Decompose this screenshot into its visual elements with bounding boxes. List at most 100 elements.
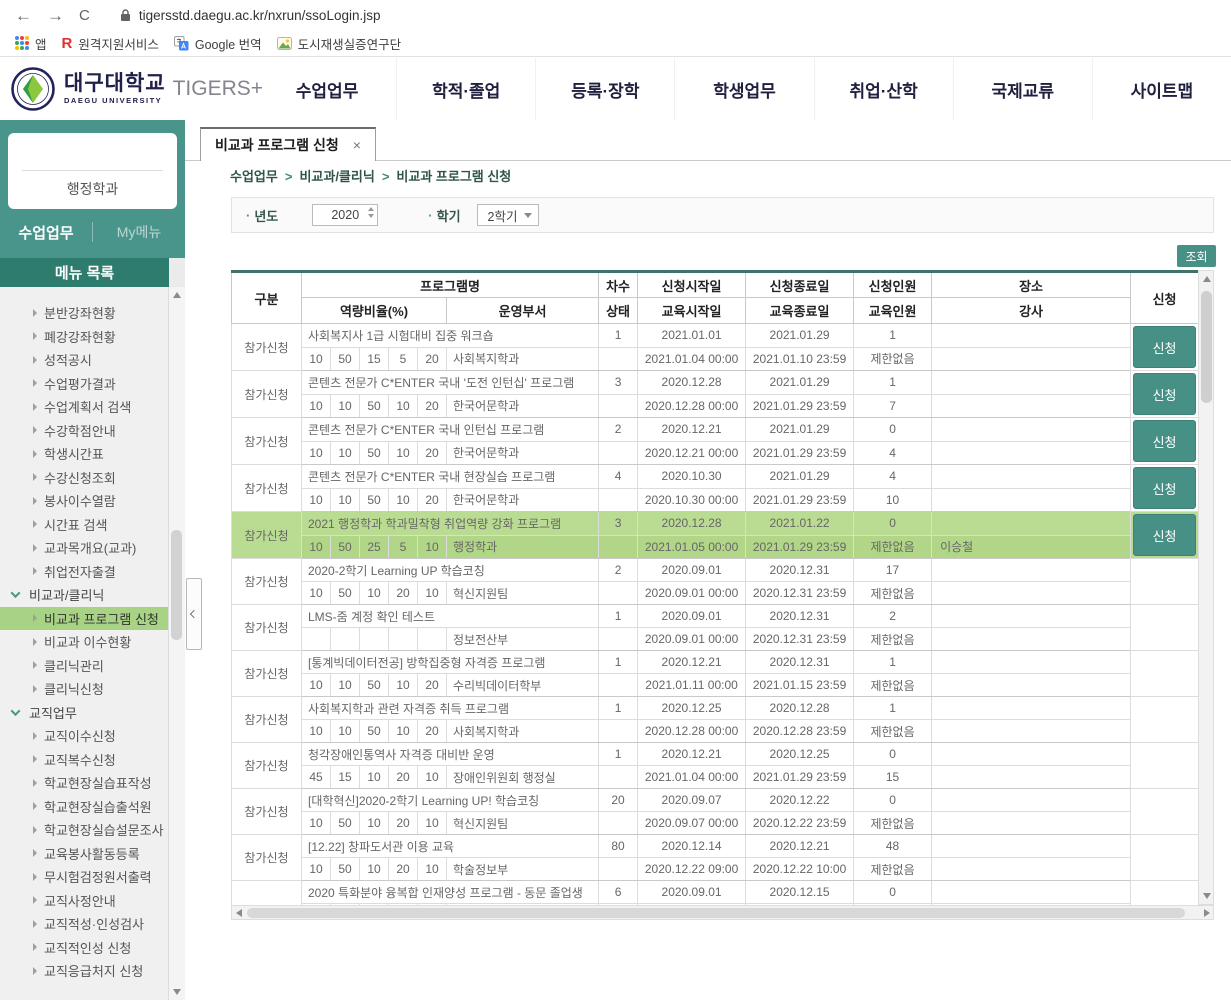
sidebar-item[interactable]: 교과목개요(교과) — [0, 536, 168, 560]
cell-ratio: 20 — [418, 720, 447, 743]
sidebar-item[interactable]: 수강신청조회 — [0, 466, 168, 490]
nav-item-5[interactable]: 취업·산학 — [814, 58, 953, 120]
cell-apply-start: 2020.12.21 — [638, 743, 746, 766]
cell-instructor — [932, 394, 1131, 418]
cell-edu-end: 2021.01.29 23:59 — [746, 488, 854, 512]
sidebar-scrollbar[interactable] — [168, 287, 185, 1000]
browser-back-icon[interactable]: ← — [15, 7, 32, 24]
cell-apply-count: 0 — [854, 418, 932, 442]
apply-button[interactable]: 신청 — [1133, 420, 1196, 462]
table-row: 참가신청사회복지학과 관련 자격증 취득 프로그램12020.12.252020… — [232, 697, 1199, 720]
sidebar-item[interactable]: 학교현장실습설문조사 — [0, 818, 168, 842]
sidebar-item[interactable]: 봉사이수열람 — [0, 489, 168, 513]
cell-apply-count: 0 — [854, 789, 932, 812]
cell-edu-start: 2021.01.04 00:00 — [638, 347, 746, 371]
table-vscroll-thumb[interactable] — [1201, 291, 1212, 403]
cell-place — [932, 789, 1131, 812]
sidebar-item[interactable]: 비교과 프로그램 신청 — [0, 607, 168, 631]
sidebar-item[interactable]: 비교과 이수현황 — [0, 630, 168, 654]
tab-close-icon[interactable]: × — [353, 137, 361, 153]
triangle-right-icon — [33, 943, 37, 951]
nav-item-2[interactable]: 학적·졸업 — [396, 58, 535, 120]
sidebar-item-label: 학교현장실습설문조사 — [44, 820, 164, 839]
cell-ratio: 50 — [360, 674, 389, 697]
cell-ratio: 10 — [418, 582, 447, 605]
apps-grid-icon — [15, 36, 29, 50]
bookmark-3[interactable]: Google 번역 — [174, 34, 262, 53]
apply-button[interactable]: 신청 — [1133, 467, 1196, 509]
sidebar-item[interactable]: 교직이수신청 — [0, 724, 168, 748]
year-spinner-icon[interactable] — [368, 207, 374, 218]
apply-button[interactable]: 신청 — [1133, 326, 1196, 368]
table-vertical-scrollbar[interactable] — [1198, 270, 1214, 905]
bookmark-4[interactable]: 도시재생실증연구단 — [277, 34, 402, 53]
header-apply-end: 신청종료일 — [746, 272, 854, 298]
cell-apply-start: 2020.09.01 — [638, 559, 746, 582]
table-row: 참가신청2021 행정학과 학과밀착형 취업역량 강화 프로그램32020.12… — [232, 512, 1199, 536]
nav-item-3[interactable]: 등록·장학 — [535, 58, 674, 120]
sidebar-scroll-up-icon[interactable] — [169, 287, 185, 303]
header-edu-count: 교육인원 — [854, 298, 932, 324]
sidebar-item[interactable]: 수업평가결과 — [0, 372, 168, 396]
sidebar-item[interactable]: 학교현장실습표작성 — [0, 771, 168, 795]
browser-reload-icon[interactable]: C — [79, 8, 90, 23]
address-bar[interactable]: tigersstd.daegu.ac.kr/nxrun/ssoLogin.jsp — [120, 8, 381, 23]
sidebar-tab-work[interactable]: 수업업무 — [0, 222, 92, 243]
browser-forward-icon[interactable]: → — [47, 7, 64, 24]
bookmark-2[interactable]: R원격지원서비스 — [62, 34, 159, 53]
nav-item-7[interactable]: 사이트맵 — [1092, 58, 1231, 120]
sidebar-item[interactable]: 교육봉사활동등록 — [0, 842, 168, 866]
cell-apply-start: 2020.09.01 — [638, 605, 746, 628]
sidebar-item[interactable]: 클리닉관리 — [0, 654, 168, 678]
breadcrumb-separator: > — [382, 169, 390, 184]
apply-button[interactable]: 신청 — [1133, 514, 1196, 556]
sidebar-item[interactable]: 학생시간표 — [0, 442, 168, 466]
table-scroll-up-icon[interactable] — [1199, 271, 1215, 287]
sidebar-scroll-thumb[interactable] — [171, 530, 182, 640]
sidebar-item[interactable]: 무시험검정원서출력 — [0, 865, 168, 889]
cell-program-name: 콘텐츠 전문가 C*ENTER 국내 인턴십 프로그램 — [302, 418, 599, 442]
sidebar-item[interactable]: 교직적인성 신청 — [0, 936, 168, 960]
sidebar-scroll-down-icon[interactable] — [169, 984, 185, 1000]
sidebar-item[interactable]: 수강학점안내 — [0, 419, 168, 443]
cell-status — [599, 441, 638, 465]
semester-select[interactable]: 2학기 — [477, 204, 539, 226]
sidebar-item[interactable]: 시간표 검색 — [0, 513, 168, 537]
university-logo[interactable]: 대구대학교 DAEGU UNIVERSITY TIGERS+ — [10, 66, 263, 112]
sidebar-item-label: 시간표 검색 — [44, 515, 107, 534]
sidebar-item-label: 수강학점안내 — [44, 421, 116, 440]
nav-item-6[interactable]: 국제교류 — [953, 58, 1092, 120]
sidebar-item[interactable]: 분반강좌현황 — [0, 301, 168, 325]
tab-program-application[interactable]: 비교과 프로그램 신청 × — [200, 127, 376, 161]
cell-status — [599, 766, 638, 789]
cell-apply-end: 2020.12.31 — [746, 559, 854, 582]
sidebar-item[interactable]: 학교현장실습출석원 — [0, 795, 168, 819]
sidebar-tab-mymenu[interactable]: My메뉴 — [93, 222, 185, 242]
sidebar-item[interactable]: 클리닉신청 — [0, 677, 168, 701]
sidebar-item[interactable]: 수업계획서 검색 — [0, 395, 168, 419]
sidebar-item[interactable]: 성적공시 — [0, 348, 168, 372]
sidebar-item[interactable]: 교직복수신청 — [0, 748, 168, 772]
sidebar-item[interactable]: 폐강강좌현황 — [0, 325, 168, 349]
nav-item-4[interactable]: 학생업무 — [674, 58, 813, 120]
cell-gubun: 참가신청 — [232, 651, 302, 697]
sidebar-group[interactable]: 비교과/클리닉 — [0, 583, 168, 607]
apply-button[interactable]: 신청 — [1133, 373, 1196, 415]
cell-ratio: 10 — [389, 674, 418, 697]
nav-item-1[interactable]: 수업업무 — [258, 58, 396, 120]
sidebar-item[interactable]: 취업전자출결 — [0, 560, 168, 584]
table-scroll-down-icon[interactable] — [1199, 888, 1215, 904]
search-button[interactable]: 조회 — [1177, 245, 1216, 267]
table-scroll-right-icon[interactable] — [1200, 906, 1213, 919]
year-input[interactable]: 2020 — [312, 204, 378, 226]
sidebar-item[interactable]: 교직사정안내 — [0, 889, 168, 913]
table-horizontal-scrollbar[interactable] — [231, 905, 1214, 920]
bookmark-1[interactable]: 앱 — [15, 34, 47, 53]
sidebar-item[interactable]: 교직응급처지 신청 — [0, 959, 168, 983]
table-scroll-left-icon[interactable] — [232, 906, 245, 919]
table-hscroll-thumb[interactable] — [247, 908, 1185, 918]
sidebar-group[interactable]: 교직업무 — [0, 701, 168, 725]
sidebar-collapse-handle[interactable] — [186, 578, 202, 650]
sidebar-item[interactable]: 교직적성·인성검사 — [0, 912, 168, 936]
cell-order: 80 — [599, 835, 638, 858]
